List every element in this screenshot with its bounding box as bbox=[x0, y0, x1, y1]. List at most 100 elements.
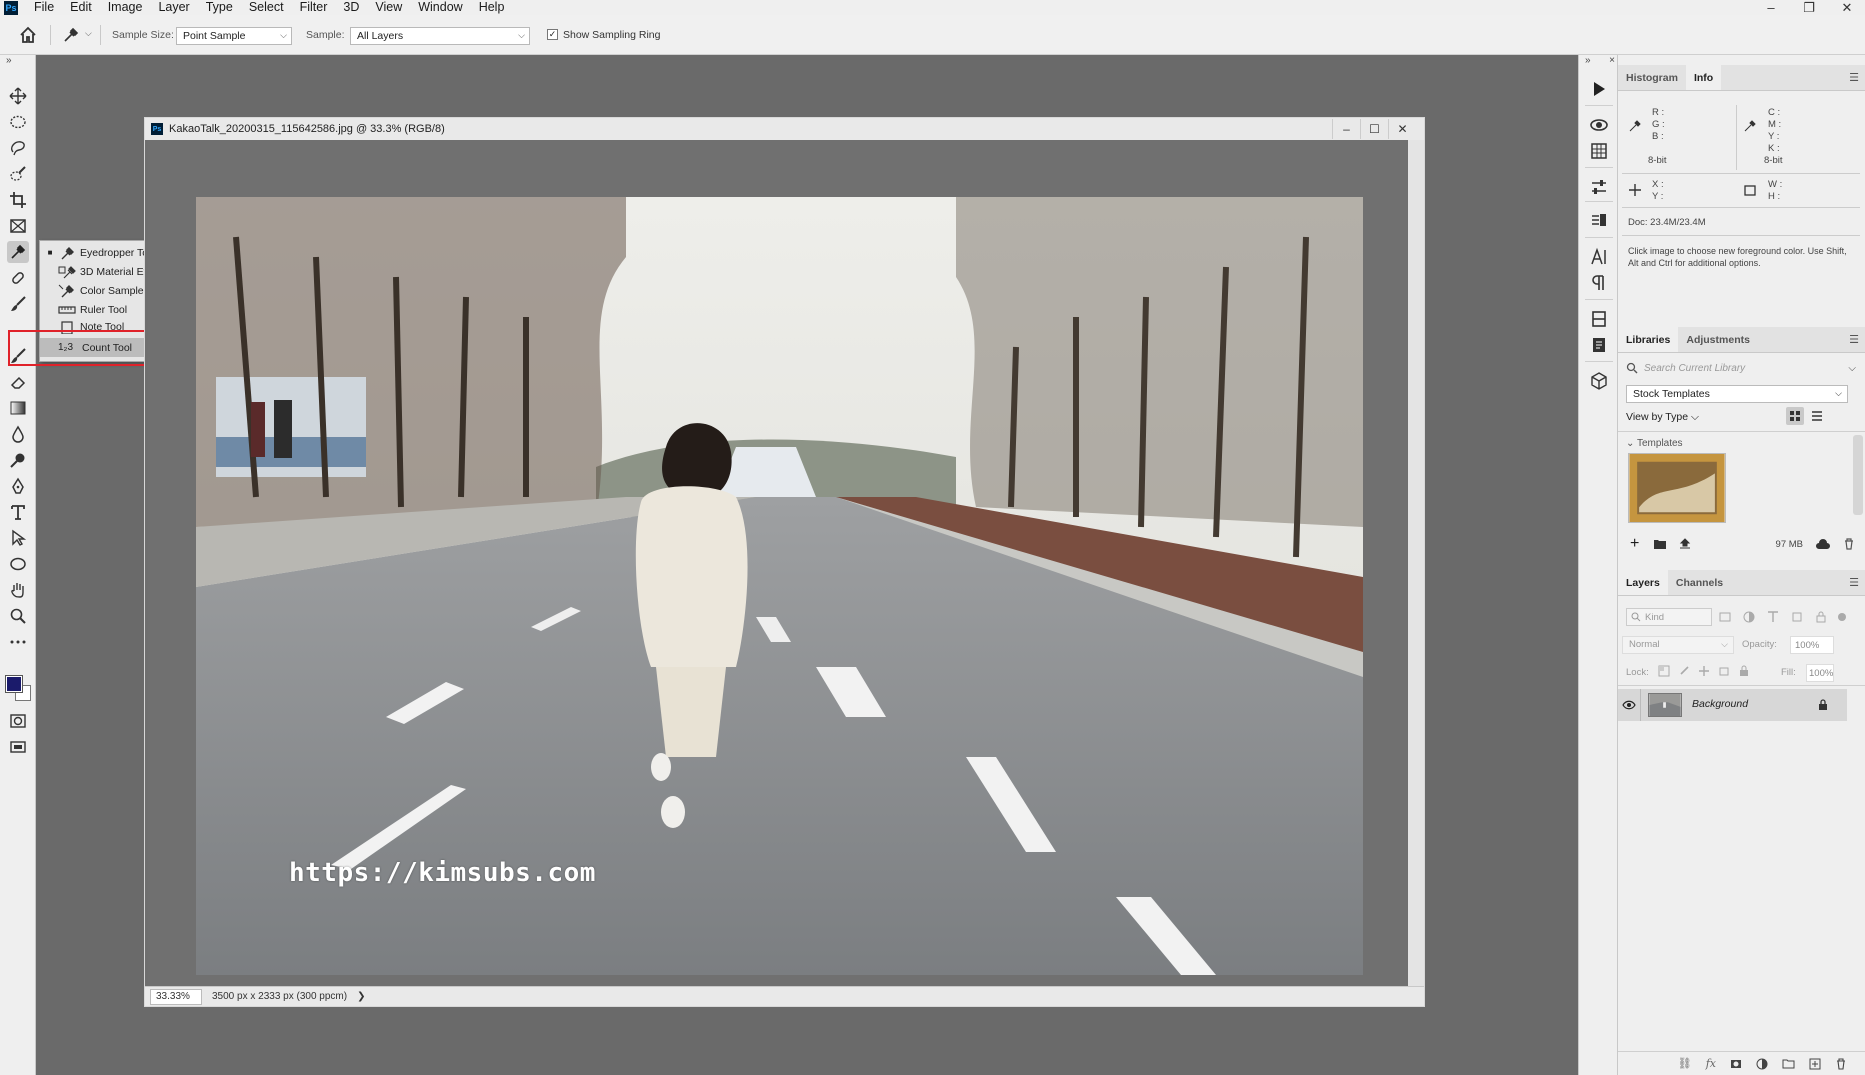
group-folder-icon[interactable] bbox=[1782, 1058, 1795, 1069]
doc-minimize-icon[interactable]: – bbox=[1332, 119, 1360, 139]
smart-object-filter-icon[interactable] bbox=[1814, 610, 1828, 624]
lock-all-icon[interactable] bbox=[1738, 665, 1750, 677]
eye-visibility-icon[interactable] bbox=[1622, 699, 1636, 711]
crop-tool-icon[interactable] bbox=[7, 189, 29, 211]
view-by-type-select[interactable]: View by Type ⌵ bbox=[1626, 411, 1699, 424]
path-selection-tool-icon[interactable] bbox=[7, 527, 29, 549]
grid-view-icon[interactable] bbox=[1786, 407, 1804, 425]
restore-icon[interactable]: ❐ bbox=[1801, 0, 1817, 16]
add-icon[interactable]: + bbox=[1630, 535, 1639, 553]
lock-transparent-icon[interactable] bbox=[1658, 665, 1670, 677]
menu-edit[interactable]: Edit bbox=[62, 0, 100, 15]
menu-layer[interactable]: Layer bbox=[150, 0, 197, 15]
collapse-icon[interactable]: » bbox=[1585, 55, 1591, 66]
notes-icon[interactable] bbox=[1589, 335, 1609, 355]
vertical-scrollbar[interactable] bbox=[1408, 140, 1424, 986]
library-search[interactable]: Search Current Library ⌵ bbox=[1626, 359, 1856, 377]
eraser-tool-icon[interactable] bbox=[7, 371, 29, 393]
eyedropper-icon[interactable] bbox=[60, 25, 82, 45]
tab-libraries[interactable]: Libraries bbox=[1618, 327, 1679, 352]
menu-file[interactable]: File bbox=[26, 0, 62, 15]
trash-icon[interactable] bbox=[1835, 1057, 1847, 1070]
fx-icon[interactable]: fx bbox=[1706, 1057, 1716, 1070]
new-layer-icon[interactable] bbox=[1809, 1058, 1821, 1070]
chevron-down-icon[interactable]: ⌵ bbox=[85, 28, 92, 39]
cube-icon[interactable] bbox=[1589, 371, 1609, 391]
blur-tool-icon[interactable] bbox=[7, 423, 29, 445]
chevron-down-icon[interactable]: ⌵ bbox=[1848, 363, 1856, 374]
frame-tool-icon[interactable] bbox=[7, 215, 29, 237]
menu-type[interactable]: Type bbox=[198, 0, 241, 15]
layer-kind-filter[interactable]: Kind bbox=[1626, 608, 1712, 626]
status-menu-arrow-icon[interactable]: ❯ bbox=[357, 991, 365, 1002]
opacity-field[interactable]: 100% bbox=[1790, 636, 1834, 654]
fill-field[interactable]: 100% bbox=[1806, 664, 1834, 682]
list-view-icon[interactable] bbox=[1808, 407, 1826, 425]
document-titlebar[interactable]: Ps KakaoTalk_20200315_115642586.jpg @ 33… bbox=[145, 118, 1424, 140]
templates-section[interactable]: ⌄ Templates bbox=[1626, 438, 1683, 449]
menu-view[interactable]: View bbox=[367, 0, 410, 15]
menu-help[interactable]: Help bbox=[471, 0, 513, 15]
menu-select[interactable]: Select bbox=[241, 0, 292, 15]
foreground-color-swatch[interactable] bbox=[5, 675, 23, 693]
zoom-tool-icon[interactable] bbox=[7, 605, 29, 627]
collapse-icon[interactable]: » bbox=[6, 55, 12, 66]
layer-comps-icon[interactable] bbox=[1589, 211, 1609, 231]
lock-position-icon[interactable] bbox=[1698, 665, 1710, 677]
hand-tool-icon[interactable] bbox=[7, 579, 29, 601]
3d-icon[interactable] bbox=[1589, 115, 1609, 135]
panel-menu-icon[interactable]: ☰ bbox=[1849, 576, 1859, 589]
play-actions-icon[interactable] bbox=[1589, 79, 1609, 99]
panel-menu-icon[interactable]: ☰ bbox=[1849, 71, 1859, 84]
pixel-filter-icon[interactable] bbox=[1718, 610, 1732, 624]
brush-tool-icon[interactable] bbox=[7, 293, 29, 315]
sample-select[interactable]: All Layers ⌵ bbox=[350, 27, 530, 45]
trash-icon[interactable] bbox=[1843, 538, 1855, 550]
lock-artboard-icon[interactable] bbox=[1718, 665, 1730, 677]
quick-mask-icon[interactable] bbox=[7, 710, 29, 732]
more-tools-icon[interactable] bbox=[7, 631, 29, 653]
marquee-tool-icon[interactable] bbox=[7, 111, 29, 133]
grid-table-icon[interactable] bbox=[1589, 141, 1609, 161]
doc-close-icon[interactable]: ✕ bbox=[1388, 119, 1416, 139]
adjustment-filter-icon[interactable] bbox=[1742, 610, 1756, 624]
doc-maximize-icon[interactable]: ☐ bbox=[1360, 119, 1388, 139]
gradient-tool-icon[interactable] bbox=[7, 397, 29, 419]
tab-info[interactable]: Info bbox=[1685, 65, 1722, 90]
folder-icon[interactable] bbox=[1653, 538, 1667, 550]
eyedropper-tool-icon[interactable] bbox=[7, 241, 29, 263]
link-layers-icon[interactable]: ⛓ bbox=[1678, 1057, 1692, 1070]
libraries-scrollbar[interactable] bbox=[1853, 435, 1863, 515]
adjustments-sliders-icon[interactable] bbox=[1589, 177, 1609, 197]
shape-filter-icon[interactable] bbox=[1790, 610, 1804, 624]
canvas-area[interactable]: https://kimsubs.com bbox=[148, 140, 1407, 986]
move-tool-icon[interactable] bbox=[7, 85, 29, 107]
menu-window[interactable]: Window bbox=[410, 0, 470, 15]
quick-selection-tool-icon[interactable] bbox=[7, 163, 29, 185]
character-icon[interactable] bbox=[1589, 247, 1609, 267]
dodge-tool-icon[interactable] bbox=[7, 449, 29, 471]
filter-toggle-icon[interactable] bbox=[1838, 613, 1846, 621]
menu-filter[interactable]: Filter bbox=[292, 0, 336, 15]
add-mask-icon[interactable] bbox=[1730, 1058, 1742, 1070]
screen-mode-icon[interactable] bbox=[7, 736, 29, 758]
show-sampling-ring-checkbox[interactable]: ✓ bbox=[547, 29, 558, 40]
pen-tool-icon[interactable] bbox=[7, 475, 29, 497]
tab-channels[interactable]: Channels bbox=[1668, 570, 1731, 595]
blend-mode-select[interactable]: Normal ⌵ bbox=[1622, 636, 1734, 654]
type-tool-icon[interactable] bbox=[7, 501, 29, 523]
lock-pixels-icon[interactable] bbox=[1678, 665, 1690, 677]
zoom-level-field[interactable]: 33.33% bbox=[150, 988, 202, 1005]
properties-icon[interactable] bbox=[1589, 309, 1609, 329]
cloud-icon[interactable] bbox=[1815, 538, 1831, 550]
sample-size-select[interactable]: Point Sample ⌵ bbox=[176, 27, 292, 45]
tab-adjustments[interactable]: Adjustments bbox=[1678, 327, 1758, 352]
shape-tool-icon[interactable] bbox=[7, 553, 29, 575]
minimize-icon[interactable]: – bbox=[1763, 0, 1779, 15]
close-icon[interactable]: × bbox=[1609, 55, 1615, 66]
home-icon[interactable] bbox=[18, 25, 38, 45]
lasso-tool-icon[interactable] bbox=[7, 137, 29, 159]
tab-layers[interactable]: Layers bbox=[1618, 570, 1668, 595]
healing-brush-tool-icon[interactable] bbox=[7, 267, 29, 289]
paragraph-icon[interactable] bbox=[1589, 273, 1609, 293]
